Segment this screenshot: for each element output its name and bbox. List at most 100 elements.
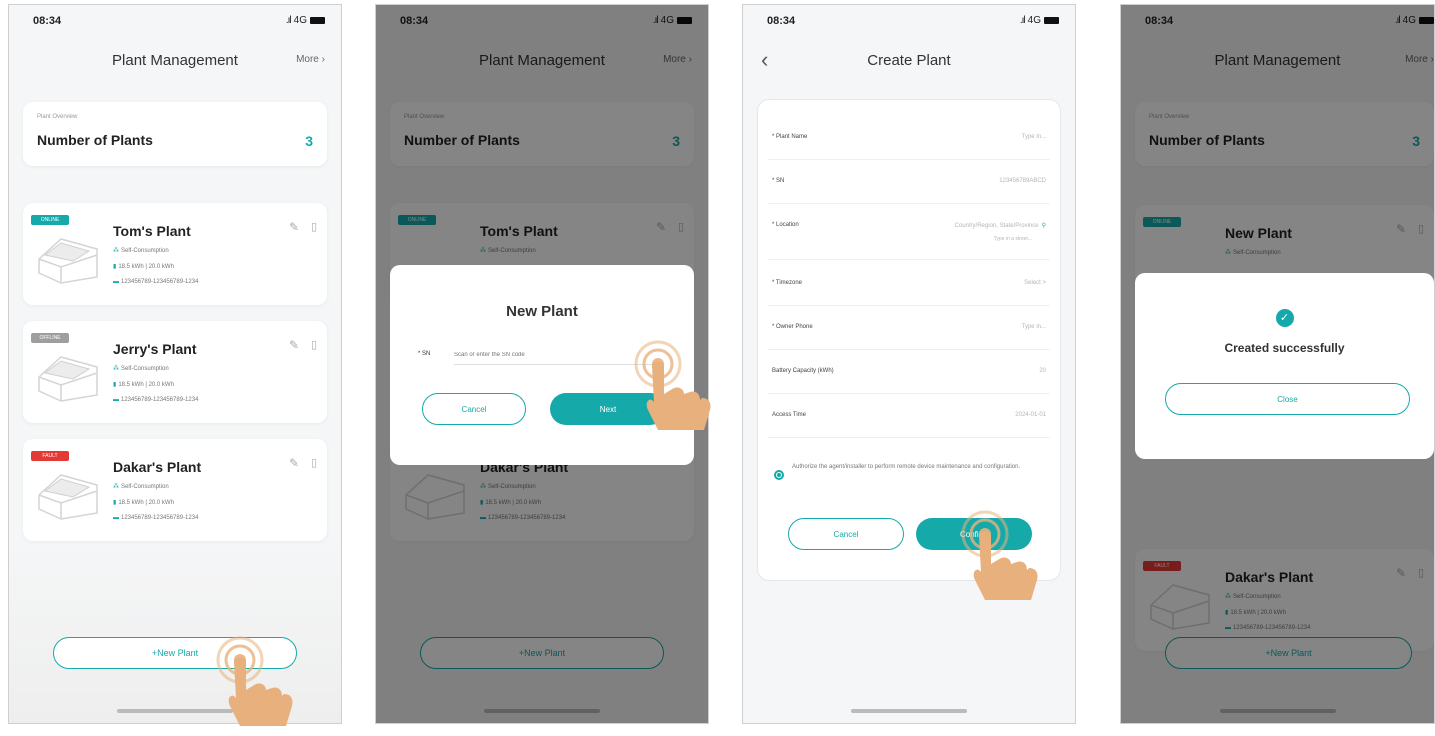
trash-icon[interactable]: ▯ (311, 220, 317, 233)
status-bar: 08:34 .ıl 4G (743, 15, 1075, 35)
page-title: Create Plant (867, 52, 951, 69)
plant-mode-label: Self-Consumption (121, 248, 169, 254)
plant-capacity: ▮ 18.5 kWh | 20.0 kWh (113, 264, 174, 270)
plant-capacity-value: 18.5 kWh (118, 264, 144, 270)
next-button[interactable]: Next (550, 393, 666, 425)
plant-count: 3 (305, 133, 313, 149)
success-dialog: ✓ Created successfully Close (1135, 273, 1434, 459)
plant-mode: ⁂ Self-Consumption (113, 483, 169, 490)
plant-serial: ▬ 123456789-123456789-1234 (113, 515, 198, 521)
house-illustration (38, 474, 98, 520)
edit-icon[interactable]: ✎ (289, 338, 299, 352)
trash-icon[interactable]: ▯ (311, 456, 317, 469)
plant-name: Tom's Plant (113, 223, 191, 239)
plant-serial-value: 123456789-123456789-1234 (121, 397, 199, 403)
sn-field[interactable]: * SN 123456789ABCD (768, 160, 1050, 204)
trash-icon[interactable]: ▯ (311, 338, 317, 351)
status-badge: ONLINE (31, 215, 69, 225)
plant-capacity: ▮ 18.5 kWh | 20.0 kWh (113, 500, 174, 506)
confirm-button[interactable]: Confirm (916, 518, 1032, 550)
network-label: 4G (1027, 15, 1041, 26)
edit-icon[interactable]: ✎ (289, 220, 299, 234)
create-plant-form: * Plant Name Type in... * SN 123456789AB… (757, 99, 1061, 581)
house-illustration (38, 238, 98, 284)
bottom-fade (9, 543, 341, 723)
mode-icon: ⁂ (113, 366, 119, 372)
consent-text: Authorize the agent/installer to perform… (792, 464, 1021, 470)
screen-create-plant: 08:34 .ıl 4G ‹ Create Plant * Plant Name … (742, 4, 1076, 724)
field-value: 123456789ABCD (999, 178, 1046, 184)
battery-icon: ▮ (113, 500, 117, 506)
access-time-field[interactable]: Access Time 2024-01-01 (768, 394, 1050, 438)
battery-status-icon (1044, 17, 1059, 24)
field-value: Type in... (1021, 134, 1046, 140)
new-plant-button[interactable]: +New Plant (53, 637, 297, 669)
location-field[interactable]: * Location Country/Region, State/Provinc… (768, 204, 1050, 260)
network-indicator: .ıl 4G (1020, 15, 1059, 26)
battery-status-icon (310, 17, 325, 24)
sn-label: * SN (418, 351, 431, 357)
serial-icon: ▬ (113, 279, 119, 285)
plant-serial: ▬ 123456789-123456789-1234 (113, 397, 198, 403)
plant-name: Dakar's Plant (113, 459, 202, 475)
plant-name: Jerry's Plant (113, 341, 197, 357)
close-button[interactable]: Close (1165, 383, 1410, 415)
location-value: Country/Region, State/Province (954, 223, 1039, 229)
field-value: 20 (1039, 368, 1046, 374)
network-label: 4G (293, 15, 307, 26)
consent-radio[interactable] (774, 470, 784, 480)
plant-card[interactable]: ONLINE Tom's Plant ⁂ Self-Consumption ▮ 18… (23, 203, 327, 305)
plant-capacity-value: 18.5 kWh (118, 500, 144, 506)
plant-total-value: 20.0 kWh (148, 382, 174, 388)
field-value: 2024-01-01 (1015, 412, 1046, 418)
overview-title: Number of Plants (37, 132, 153, 148)
page-title: Plant Management (112, 52, 238, 69)
field-label: * SN (772, 178, 785, 184)
plant-total-value: 20.0 kWh (148, 264, 174, 270)
field-value: Type in... (1021, 324, 1046, 330)
battery-capacity-field[interactable]: Battery Capacity (kWh) 20 (768, 350, 1050, 394)
field-label: * Plant Name (772, 134, 808, 140)
battery-icon: ▮ (113, 382, 117, 388)
owner-phone-field[interactable]: * Owner Phone Type in... (768, 306, 1050, 350)
plant-overview-card: Plant Overview Number of Plants 3 (23, 102, 327, 166)
cancel-button[interactable]: Cancel (788, 518, 904, 550)
plant-serial-value: 123456789-123456789-1234 (121, 515, 199, 521)
more-link[interactable]: More › (296, 54, 325, 65)
status-badge: OFFLINE (31, 333, 69, 343)
status-time: 08:34 (33, 15, 62, 27)
plant-capacity: ▮ 18.5 kWh | 20.0 kWh (113, 382, 174, 388)
cancel-button[interactable]: Cancel (422, 393, 526, 425)
field-label: * Timezone (772, 280, 803, 286)
home-indicator (117, 709, 233, 713)
new-plant-dialog: New Plant * SN Cancel Next (390, 265, 694, 465)
plant-serial-value: 123456789-123456789-1234 (121, 279, 199, 285)
plant-card[interactable]: FAULT Dakar's Plant ⁂ Self-Consumption ▮ 1… (23, 439, 327, 541)
field-hint: Type in a street... (993, 236, 1032, 242)
home-indicator (851, 709, 967, 713)
field-label: * Owner Phone (772, 324, 813, 330)
sn-input[interactable] (454, 345, 654, 365)
timezone-field[interactable]: * Timezone Select > (768, 262, 1050, 306)
more-label: More (296, 54, 319, 65)
mode-icon: ⁂ (113, 248, 119, 254)
field-label: * Location (772, 222, 799, 228)
plant-name-field[interactable]: * Plant Name Type in... (768, 116, 1050, 160)
screen-new-plant-dialog: 08:34 .ıl 4G Plant Management More › Plan… (375, 4, 709, 724)
mode-icon: ⁂ (113, 484, 119, 490)
field-label: Access Time (772, 412, 807, 418)
plant-mode: ⁂ Self-Consumption (113, 247, 169, 254)
plant-serial: ▬ 123456789-123456789-1234 (113, 279, 198, 285)
screen-plant-management: 08:34 .ıl 4G Plant Management More › Plan… (8, 4, 342, 724)
screen-created-success: 08:34 .ıl 4G Plant Management More › Plan… (1120, 4, 1435, 724)
battery-icon: ▮ (113, 264, 117, 270)
status-badge: FAULT (31, 451, 69, 461)
plant-card[interactable]: OFFLINE Jerry's Plant ⁂ Self-Consumption … (23, 321, 327, 423)
status-time: 08:34 (767, 15, 796, 27)
status-bar: 08:34 .ıl 4G (9, 15, 341, 35)
serial-icon: ▬ (113, 515, 119, 521)
edit-icon[interactable]: ✎ (289, 456, 299, 470)
field-value: Select > (1024, 280, 1046, 286)
success-message: Created successfully (1224, 341, 1345, 355)
location-pin-icon[interactable]: ⚲ (1042, 223, 1046, 229)
